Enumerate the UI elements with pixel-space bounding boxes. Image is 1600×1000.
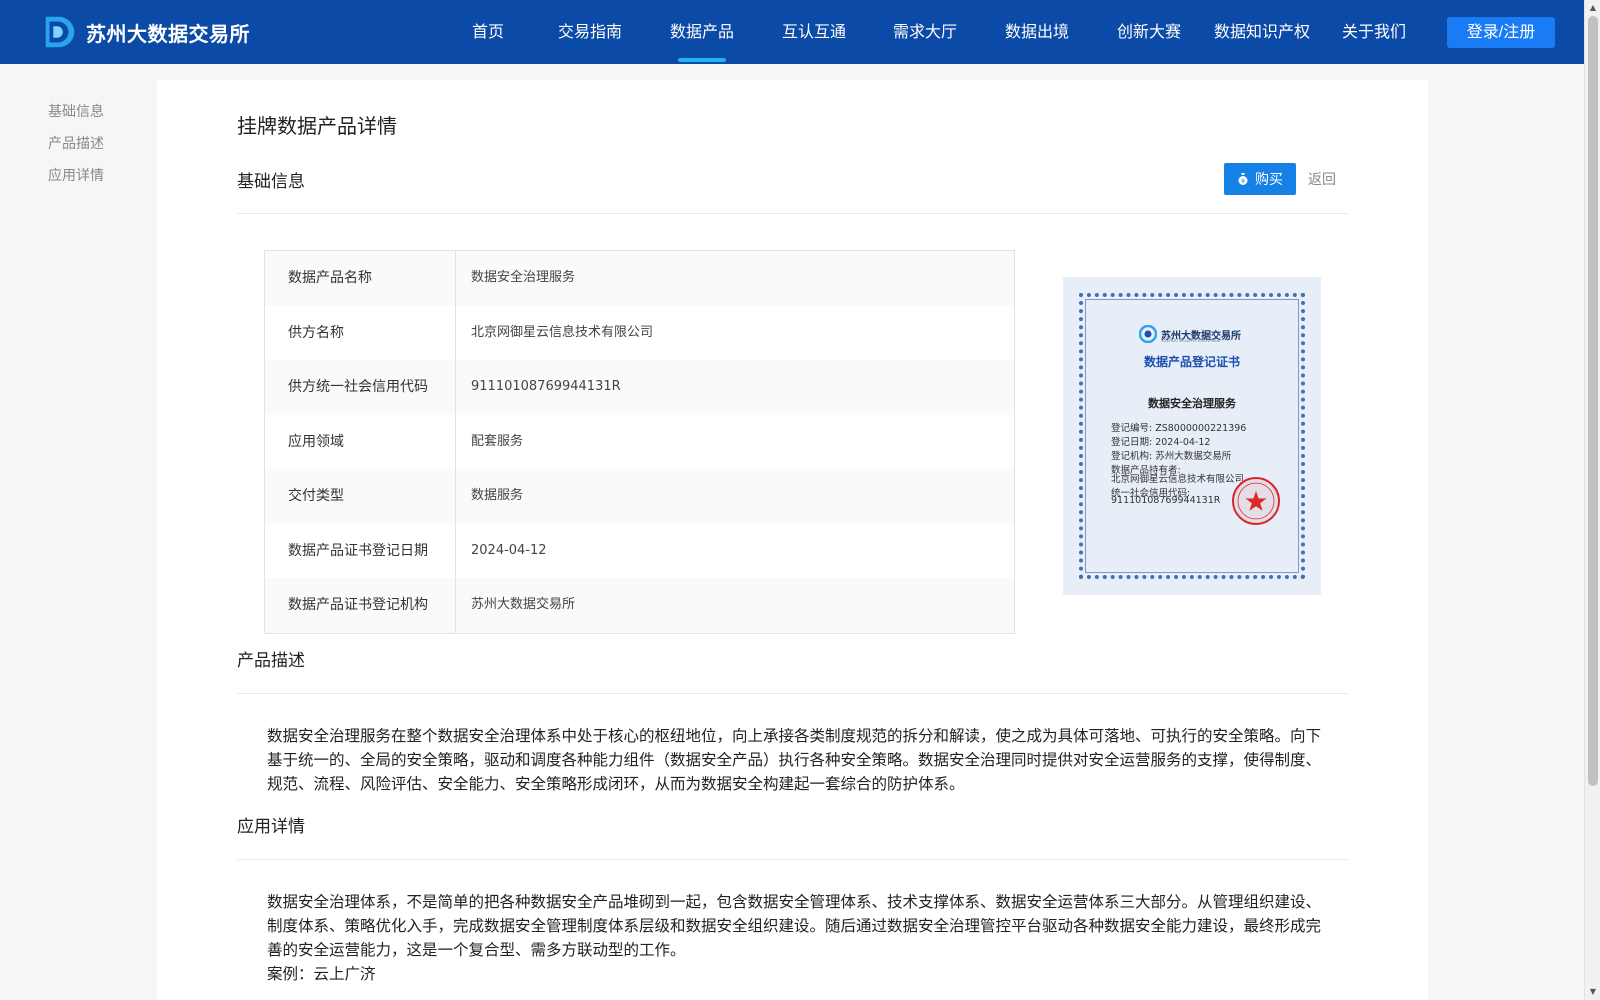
side-anchor-nav: 基础信息 产品描述 应用详情 [48,100,104,196]
certificate-line: 北京网御星云信息技术有限公司 [1111,474,1245,485]
back-link[interactable]: 返回 [1308,169,1336,189]
row-label: 数据产品证书登记日期 [265,523,456,578]
row-value: 北京网御星云信息技术有限公司 [471,324,654,340]
table-row: 数据产品名称 数据安全治理服务 [265,251,1014,306]
row-value: 配套服务 [471,433,524,449]
certificate-line: 91110108769944131R [1111,495,1221,506]
table-row: 应用领域 配套服务 [265,414,1014,469]
row-label: 供方名称 [265,305,456,360]
login-register-button[interactable]: 登录/注册 [1447,17,1555,48]
row-label: 应用领域 [265,414,456,469]
nav-demand-hall[interactable]: 需求大厅 [889,0,961,64]
certificate-title: 数据产品登记证书 [1143,355,1240,369]
page-scrollbar[interactable]: ▲ ▼ [1584,0,1600,1000]
table-row: 交付类型 数据服务 [265,469,1014,524]
certificate-org-sub: SUZHOU BIGDATA EXCHANGE [1161,338,1221,343]
table-row: 数据产品证书登记机构 苏州大数据交易所 [265,578,1014,633]
buy-button[interactable]: ¥ 购买 [1224,163,1296,195]
site-logo[interactable]: 苏州大数据交易所 [40,13,250,51]
divider [237,693,1348,694]
product-detail-card: 挂牌数据产品详情 基础信息 ¥ 购买 返回 数据产品名称 数据安全治理服务 供方… [157,80,1428,1000]
anchor-basic-info[interactable]: 基础信息 [48,100,104,132]
scrollbar-thumb[interactable] [1588,16,1598,786]
anchor-application-details[interactable]: 应用详情 [48,164,104,196]
section-title-application-details: 应用详情 [237,817,305,837]
certificate-product: 数据安全治理服务 [1148,397,1236,410]
product-description-text: 数据安全治理服务在整个数据安全治理体系中处于核心的枢纽地位，向上承接各类制度规范… [267,727,1322,793]
row-label: 交付类型 [265,469,456,524]
certificate-line: 登记机构: 苏州大数据交易所 [1111,451,1232,462]
svg-text:¥: ¥ [1241,178,1245,185]
certificate-line: 登记编号: ZS8000000221396 [1111,423,1247,434]
row-value: 91110108769944131R [471,379,621,394]
anchor-product-description[interactable]: 产品描述 [48,132,104,164]
top-header: 苏州大数据交易所 首页 交易指南 数据产品 互认互通 需求大厅 数据出境 创新大… [0,0,1584,64]
certificate-logo-icon [1139,325,1157,343]
logo-text: 苏州大数据交易所 [86,21,250,46]
money-bag-icon: ¥ [1238,173,1248,185]
divider [237,859,1348,860]
scroll-up-arrow-icon[interactable]: ▲ [1585,0,1600,16]
certificate-line: 登记日期: 2024-04-12 [1111,437,1211,448]
nav-data-export[interactable]: 数据出境 [1001,0,1073,64]
page-title: 挂牌数据产品详情 [237,114,397,138]
section-title-basic-info: 基础信息 [237,172,305,192]
row-value: 2024-04-12 [471,542,547,558]
row-label: 数据产品证书登记机构 [265,578,456,633]
nav-trade-guide[interactable]: 交易指南 [554,0,626,64]
basic-info-table: 数据产品名称 数据安全治理服务 供方名称 北京网御星云信息技术有限公司 供方统一… [264,250,1015,634]
nav-mutual-recognition[interactable]: 互认互通 [778,0,850,64]
registration-certificate-image[interactable]: 苏州大数据交易所 SUZHOU BIGDATA EXCHANGE 数据产品登记证… [1063,277,1321,595]
table-row: 供方名称 北京网御星云信息技术有限公司 [265,305,1014,360]
row-value: 苏州大数据交易所 [471,597,576,612]
nav-about-us[interactable]: 关于我们 [1338,0,1410,64]
nav-data-products[interactable]: 数据产品 [666,0,738,64]
logo-icon [45,16,75,48]
nav-data-ip[interactable]: 数据知识产权 [1212,0,1312,64]
official-seal-icon [1232,477,1280,525]
application-case-text: 案例：云上广济 [267,965,376,983]
divider [237,213,1348,214]
table-row: 数据产品证书登记日期 2024-04-12 [265,523,1014,578]
section-title-product-description: 产品描述 [237,651,305,671]
row-label: 供方统一社会信用代码 [265,360,456,415]
row-value: 数据服务 [471,488,524,503]
nav-home[interactable]: 首页 [463,0,513,64]
application-details-text: 数据安全治理体系，不是简单的把各种数据安全产品堆砌到一起，包含数据安全管理体系、… [267,893,1322,959]
row-value: 数据安全治理服务 [471,270,576,285]
row-label: 数据产品名称 [265,251,456,306]
table-row: 供方统一社会信用代码 91110108769944131R [265,360,1014,415]
nav-innovation-contest[interactable]: 创新大赛 [1113,0,1185,64]
buy-button-label: 购买 [1255,171,1283,187]
scroll-down-arrow-icon[interactable]: ▼ [1585,984,1600,1000]
